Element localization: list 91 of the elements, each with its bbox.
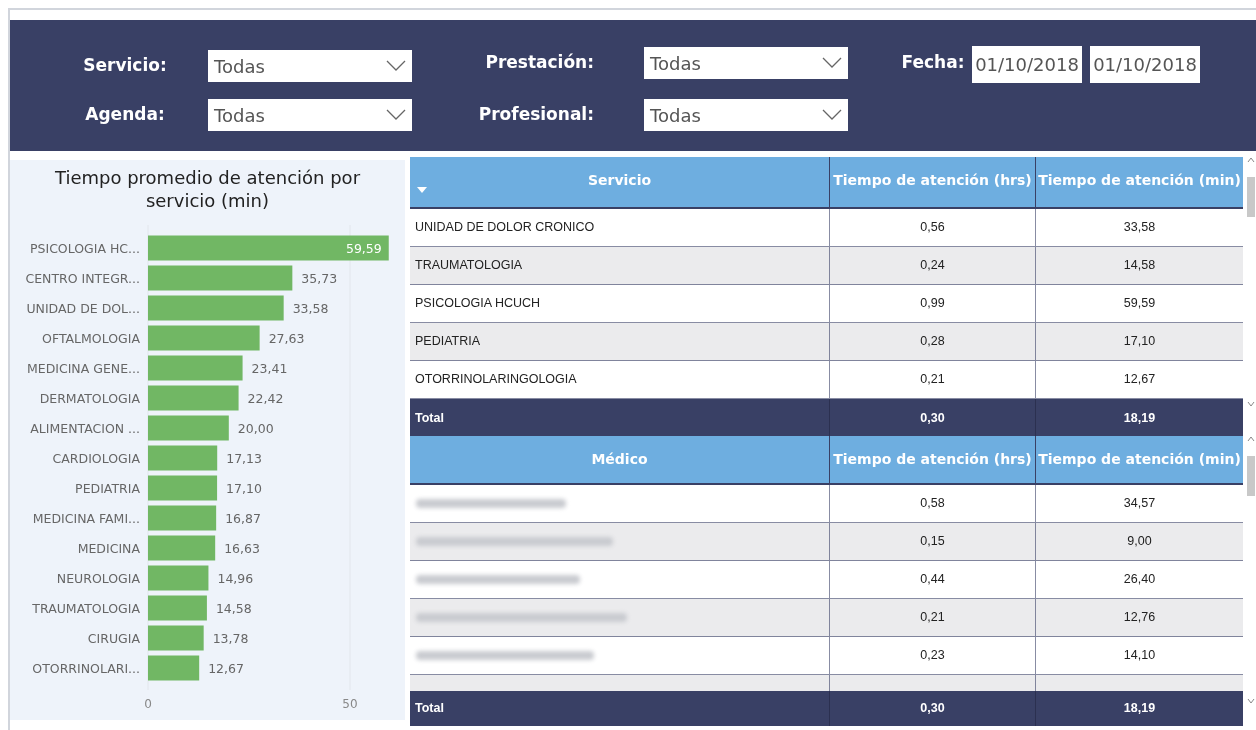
bar	[148, 565, 209, 591]
table-cell: 0,99	[829, 285, 1035, 322]
filter-label: Prestación:	[484, 51, 594, 75]
category-label: CENTRO INTEGR...	[25, 271, 140, 286]
scroll-down-icon[interactable]	[1247, 401, 1255, 407]
bar	[148, 445, 218, 471]
table-cell: 9,00	[1035, 523, 1243, 560]
filter-label: Agenda:	[84, 103, 166, 127]
total-label: Total	[414, 409, 445, 427]
scroll-up-icon[interactable]	[1247, 157, 1255, 163]
dropdown[interactable]: Todas	[644, 99, 848, 131]
chevron-down-icon	[386, 109, 406, 121]
value-label: 13,78	[212, 631, 249, 646]
filter-label: Servicio:	[82, 54, 168, 78]
category-label: OFTALMOLOGIA	[42, 331, 140, 346]
value-label: 17,13	[226, 451, 262, 466]
value-label: 22,42	[247, 391, 284, 406]
chevron-down-icon	[822, 109, 842, 121]
category-label: CARDIOLOGIA	[52, 451, 140, 466]
table-cell: 59,59	[1035, 285, 1243, 322]
table-cell-text: OTORRINOLARINGOLOGIA	[414, 371, 578, 389]
table-cell: 12,76	[1035, 599, 1243, 636]
category-label: OTORRINOLARI...	[32, 661, 140, 676]
category-label: MEDICINA FAMI...	[32, 511, 140, 526]
table-cell-text: PEDIATRIA	[414, 333, 482, 351]
filter-label: Profesional:	[477, 103, 594, 127]
date-field[interactable]: 01/10/2018	[1090, 46, 1200, 83]
dropdown[interactable]: Todas	[208, 50, 412, 82]
chart-title: Tiempo promedio de atención por servicio (min)	[53, 166, 362, 212]
table-cell: 0,21	[829, 361, 1035, 398]
dropdown[interactable]: Todas	[644, 47, 848, 79]
table-cell: 17,10	[1035, 323, 1243, 360]
value-label: 59,59	[345, 241, 382, 256]
sort-descending-icon[interactable]	[417, 187, 427, 193]
value-label: 20,00	[237, 421, 274, 436]
category-label: TRAUMATOLOGIA	[32, 601, 140, 616]
table-cell-text: TRAUMATOLOGIA	[414, 257, 524, 275]
value-label: 16,63	[224, 541, 260, 556]
value-label: 23,41	[251, 361, 288, 376]
scroll-down-icon[interactable]	[1247, 698, 1255, 704]
value-label: 17,10	[226, 481, 262, 496]
table-cell: 0,24	[829, 247, 1035, 284]
table-cell: 14,58	[1035, 247, 1243, 284]
bar	[148, 625, 204, 651]
category-label: CIRUGIA	[87, 631, 140, 646]
bar	[148, 505, 217, 531]
table-cell: 14,10	[1035, 637, 1243, 674]
table-cell: 0,21	[829, 599, 1035, 636]
value-label: 12,67	[208, 661, 244, 676]
table-cell-text: PSICOLOGIA HCUCH	[414, 295, 542, 313]
category-label: NEUROLOGIA	[56, 571, 140, 586]
table-cell: 0,56	[829, 209, 1035, 246]
total-label: Total	[414, 700, 445, 718]
table-cell: 0,15	[829, 523, 1035, 560]
table-cell: 0,23	[829, 637, 1035, 674]
bar	[148, 535, 216, 561]
table-cell-text: UNIDAD DE DOLOR CRONICO	[414, 219, 596, 237]
category-label: ALIMENTACION ...	[30, 421, 140, 436]
category-label: PSICOLOGIA HC...	[29, 241, 140, 256]
category-label: PEDIATRIA	[75, 481, 140, 496]
axis-tick-label: 0	[144, 697, 152, 711]
category-label: DERMATOLOGIA	[39, 391, 140, 406]
table-cell: 0,44	[829, 561, 1035, 598]
value-label: 27,63	[268, 331, 305, 346]
value-label: 14,96	[217, 571, 254, 586]
dropdown[interactable]: Todas	[208, 99, 412, 131]
category-label: MEDICINA GENE...	[26, 361, 140, 376]
axis-tick-label: 50	[342, 697, 358, 711]
bar	[148, 595, 207, 621]
value-label: 35,73	[301, 271, 338, 286]
table-cell: 0,58	[829, 485, 1035, 522]
value-label: 16,87	[225, 511, 261, 526]
category-label: UNIDAD DE DOL...	[26, 301, 140, 316]
scroll-thumb[interactable]	[1247, 177, 1255, 217]
table-cell: 26,40	[1035, 561, 1243, 598]
table-cell: 34,57	[1035, 485, 1243, 522]
scroll-thumb[interactable]	[1247, 456, 1255, 496]
value-label: 33,58	[292, 301, 329, 316]
bar	[148, 475, 218, 501]
table-cell: 0,28	[829, 323, 1035, 360]
bar	[148, 655, 200, 681]
chevron-down-icon	[822, 57, 842, 69]
chevron-down-icon	[386, 60, 406, 72]
table-cell: 12,67	[1035, 361, 1243, 398]
table-cell: 18,19	[1035, 691, 1243, 726]
table-cell: 33,58	[1035, 209, 1243, 246]
table-cell: 0,30	[829, 691, 1035, 726]
scroll-up-icon[interactable]	[1247, 436, 1255, 442]
value-label: 14,58	[215, 601, 252, 616]
category-label: MEDICINA	[77, 541, 140, 556]
date-field[interactable]: 01/10/2018	[972, 46, 1082, 83]
